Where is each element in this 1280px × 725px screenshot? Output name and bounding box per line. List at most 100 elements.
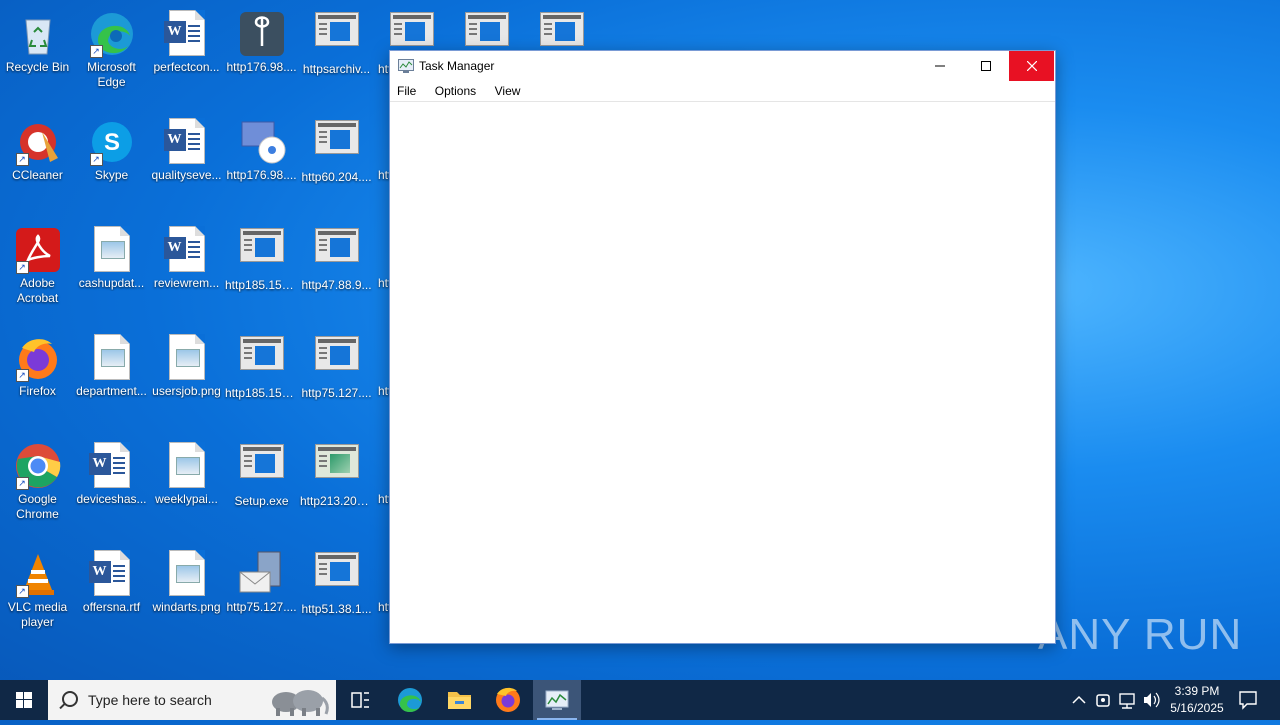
maximize-button[interactable] [963,51,1009,81]
desktop-icon-label: Recycle Bin [5,60,70,74]
desktop-icon-label: Adobe Acrobat [16,276,59,305]
taskbar-edge[interactable] [386,680,434,720]
app-window-icon [238,228,286,276]
minimize-icon [935,65,945,67]
desktop-icon-label: Setup.exe [234,494,289,508]
taskbar-task-manager[interactable] [533,680,581,720]
windows-logo-icon [16,692,32,708]
desktop-icon-label: Google Chrome [16,492,59,521]
desktop-icon-google-chrome[interactable]: ↗ Google Chrome [0,436,75,536]
taskbar-file-explorer[interactable] [435,680,483,720]
desktop-icon-weeklypai[interactable]: weeklypai... [149,436,224,536]
desktop-icon-microsoft-edge[interactable]: ↗ Microsoft Edge [74,4,149,104]
desktop-icon-label: offersna.rtf [82,600,141,614]
maximize-icon [981,61,991,71]
desktop-icon-label: qualityseve... [151,168,222,182]
desktop-icon-firefox[interactable]: ↗ Firefox [0,328,75,428]
desktop-icon-cashupdat[interactable]: cashupdat... [74,220,149,320]
desktop-icon-deviceshas[interactable]: W deviceshas... [74,436,149,536]
shortcut-arrow-icon: ↗ [15,585,29,598]
clock-date: 5/16/2025 [1170,701,1224,715]
desktop-icon-http75-mail[interactable]: http75.127.... [224,544,299,644]
desktop-icon-http47[interactable]: http47.88.9... [299,220,374,320]
task-view-button[interactable] [336,680,384,720]
desktop-icon-ccleaner[interactable]: ↗ CCleaner [0,112,75,212]
desktop-icon-recycle-bin[interactable]: Recycle Bin [0,4,75,104]
chrome-icon: ↗ [14,442,62,490]
title-bar[interactable]: Task Manager [390,51,1055,81]
acrobat-icon: ↗ [14,226,62,274]
desktop-icon-vlc[interactable]: ↗ VLC media player [0,544,75,644]
desktop-icon-http51[interactable]: http51.38.1... [299,544,374,644]
desktop-icon-label: usersjob.png [152,384,221,398]
desktop-icon-perfectcon[interactable]: W perfectcon... [149,4,224,104]
recycle-bin-icon [14,10,62,58]
file-tool-icon [238,10,286,58]
volume-button[interactable] [1140,680,1162,720]
taskbar: Type here to search 3:39 PM 5/16/2025 [0,680,1280,720]
desktop-icon-department[interactable]: department... [74,328,149,428]
anyrun-watermark: ANY RUN [1038,610,1243,659]
desktop-icon-skype[interactable]: S ↗ Skype [74,112,149,212]
desktop-icon-http176-a[interactable]: http176.98.... [224,4,299,104]
desktop-icon-label: Skype [94,168,129,182]
network-button[interactable] [1116,680,1138,720]
window-title: Task Manager [419,59,495,73]
image-file-icon [88,334,136,382]
tray-app-button[interactable] [1092,680,1114,720]
search-box[interactable]: Type here to search [48,680,336,720]
action-center-button[interactable] [1230,680,1266,720]
desktop-icon-label: http47.88.9... [301,278,372,292]
desktop-icon-http185-b[interactable]: http185.156... [224,328,299,428]
desktop-icon-reviewrem[interactable]: W reviewrem... [149,220,224,320]
desktop-icon-http185-a[interactable]: http185.156... [224,220,299,320]
notification-icon [1239,691,1257,710]
ccleaner-icon: ↗ [14,118,62,166]
mail-server-icon [238,550,286,598]
desktop-icon-http176-b[interactable]: http176.98.... [224,112,299,212]
desktop-icon-offersna[interactable]: W offersna.rtf [74,544,149,644]
start-button[interactable] [0,680,48,720]
desktop-icon-usersjob[interactable]: usersjob.png [149,328,224,428]
desktop-icon-http75[interactable]: http75.127.... [299,328,374,428]
desktop-icon-label: reviewrem... [153,276,220,290]
desktop-icon-label: VLC media player [7,600,68,629]
word-doc-icon: W [163,226,211,274]
show-hidden-icons-button[interactable] [1068,680,1090,720]
close-button[interactable] [1009,51,1054,81]
app-window-icon [238,336,286,384]
desktop-icon-label: http60.204.... [301,170,372,184]
clock-time: 3:39 PM [1174,684,1220,698]
desktop-icon-label: windarts.png [152,600,221,614]
word-doc-icon: W [88,550,136,598]
desktop-icon-qualityseve[interactable]: W qualityseve... [149,112,224,212]
taskbar-firefox[interactable] [484,680,532,720]
desktop-icon-httpsarchiv[interactable]: httpsarchiv... [299,4,374,104]
menu-options[interactable]: Options [435,81,476,101]
desktop-icon-adobe-acrobat[interactable]: ↗ Adobe Acrobat [0,220,75,320]
shortcut-arrow-icon: ↗ [15,261,29,274]
app-window-icon [313,444,361,492]
disc-setup-icon [238,118,286,166]
desktop-icon-windarts[interactable]: windarts.png [149,544,224,644]
desktop-icon-http60[interactable]: http60.204.... [299,112,374,212]
image-file-icon [163,334,211,382]
chevron-up-icon [1072,695,1086,704]
elephants-illustration-icon [264,684,330,716]
search-icon [62,691,78,707]
desktop-icon-label: http176.98.... [226,168,297,182]
shortcut-arrow-icon: ↗ [15,477,29,490]
minimize-button[interactable] [917,51,963,81]
clock-button[interactable]: 3:39 PM 5/16/2025 [1160,683,1234,717]
image-file-icon [88,226,136,274]
app-window-icon [313,552,361,600]
app-window-icon [313,120,361,168]
desktop-icon-label: http185.156... [225,386,299,400]
menu-view[interactable]: View [495,81,521,101]
edge-icon: ↗ [88,10,136,58]
task-manager-window[interactable]: Task Manager File Options View [389,50,1056,644]
menu-file[interactable]: File [397,81,416,101]
desktop-icon-setup-exe[interactable]: Setup.exe [224,436,299,536]
desktop-icon-label: perfectcon... [153,60,220,74]
desktop-icon-http213[interactable]: http213.209... [299,436,374,536]
